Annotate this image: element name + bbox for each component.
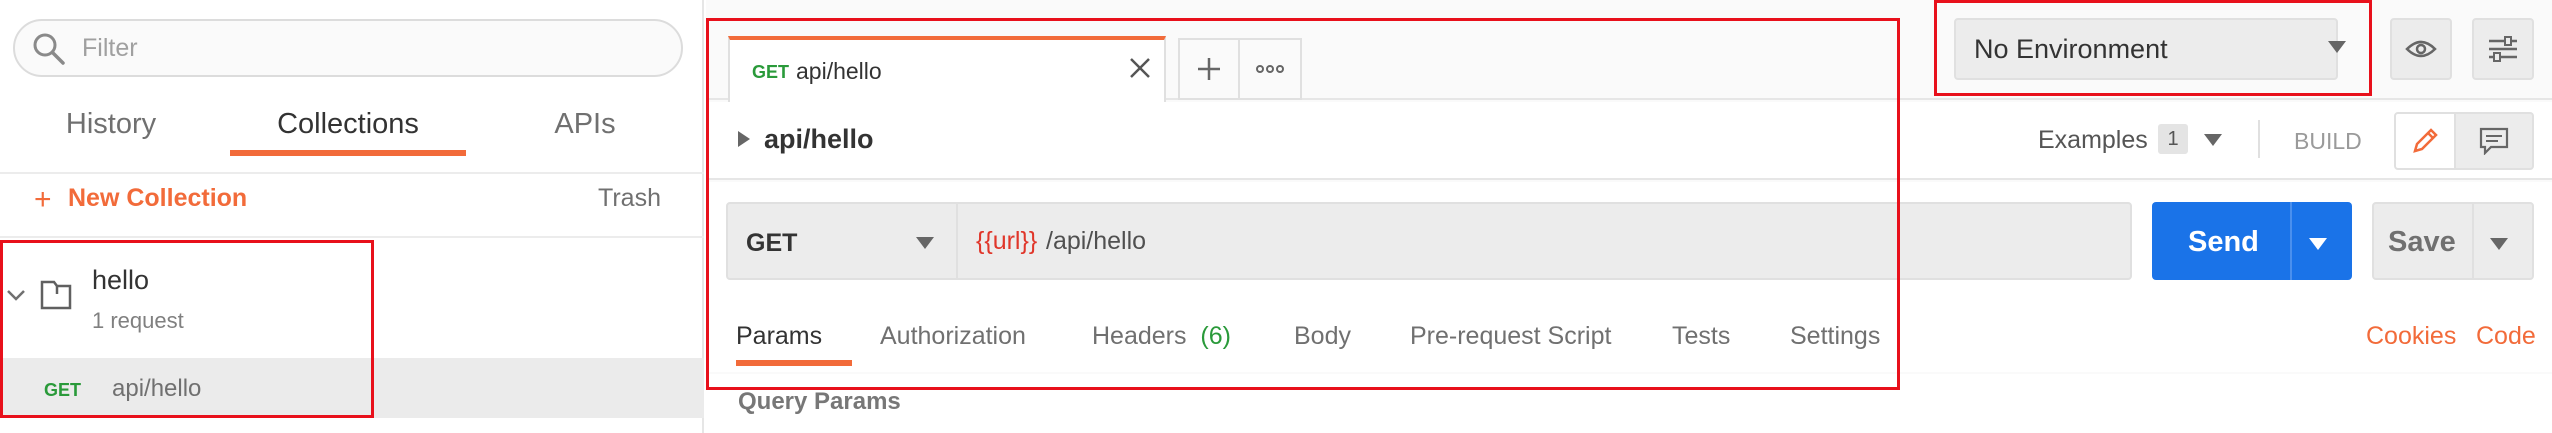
caret-right-icon[interactable] [738, 131, 750, 147]
divider [2290, 202, 2292, 280]
examples-button[interactable]: Examples [2038, 126, 2148, 155]
sliders-icon [2487, 35, 2519, 63]
request-title[interactable]: api/hello [764, 124, 874, 155]
tab-history[interactable]: History [36, 108, 186, 148]
tab-tests[interactable]: Tests [1672, 322, 1730, 351]
examples-count-badge: 1 [2158, 124, 2188, 154]
comment-icon [2479, 127, 2509, 155]
query-params-title: Query Params [738, 388, 901, 415]
plus-icon[interactable]: + [34, 183, 52, 217]
folder-icon [40, 280, 72, 310]
environment-quick-look-button[interactable] [2390, 18, 2452, 80]
url-path: /api/hello [1046, 227, 1147, 255]
trash-button[interactable]: Trash [598, 184, 661, 213]
active-tab-indicator [230, 150, 466, 156]
tab-collections[interactable]: Collections [230, 108, 466, 148]
ellipsis-icon [1255, 64, 1285, 74]
comments-button[interactable] [2456, 112, 2534, 170]
caret-down-icon [2328, 41, 2346, 53]
tab-params[interactable]: Params [736, 322, 822, 351]
plus-icon [1196, 56, 1222, 82]
code-link[interactable]: Code [2476, 322, 2536, 351]
tab-body[interactable]: Body [1294, 322, 1351, 351]
new-collection-button[interactable]: New Collection [68, 184, 247, 213]
cookies-link[interactable]: Cookies [2366, 322, 2456, 351]
tab-pre-request-script[interactable]: Pre-request Script [1410, 322, 1611, 351]
collection-request-count: 1 request [92, 308, 184, 333]
active-tab-indicator [736, 360, 852, 366]
method-badge: GET [752, 62, 790, 82]
new-tab-button[interactable] [1178, 38, 1240, 100]
more-tabs-button[interactable] [1240, 38, 1302, 100]
build-mode-label[interactable]: BUILD [2294, 128, 2362, 155]
caret-down-icon[interactable] [2204, 134, 2222, 146]
divider [2472, 204, 2474, 278]
environment-label: No Environment [1974, 34, 2168, 64]
pencil-icon [2411, 127, 2439, 155]
tab-headers-label: Headers [1092, 322, 1187, 350]
edit-button[interactable] [2394, 112, 2456, 170]
list-item[interactable] [0, 358, 704, 418]
method-label: GET [746, 229, 798, 257]
url-variable: {{url}} [976, 227, 1038, 255]
divider [0, 236, 704, 238]
search-icon [32, 32, 66, 66]
caret-down-icon [916, 237, 934, 249]
tab-apis[interactable]: APIs [540, 108, 630, 148]
filter-input[interactable] [82, 26, 642, 70]
chevron-down-icon[interactable] [6, 288, 26, 302]
send-button-label[interactable]: Send [2188, 226, 2259, 259]
request-header [706, 102, 2552, 180]
save-button-label[interactable]: Save [2388, 226, 2456, 259]
tab-settings[interactable]: Settings [1790, 322, 1880, 351]
request-name[interactable]: api/hello [112, 375, 201, 403]
eye-icon [2405, 38, 2437, 60]
params-section [706, 374, 2552, 433]
divider [2258, 120, 2260, 158]
tab-label[interactable]: api/hello [796, 58, 882, 85]
caret-down-icon[interactable] [2490, 238, 2508, 250]
method-badge: GET [44, 380, 82, 400]
caret-down-icon[interactable] [2309, 238, 2327, 250]
close-icon[interactable] [1128, 56, 1152, 80]
tab-headers[interactable]: Headers (6) [1092, 322, 1231, 351]
tab-request[interactable] [728, 36, 1166, 102]
manage-environments-button[interactable] [2472, 18, 2534, 80]
tab-authorization[interactable]: Authorization [880, 322, 1026, 351]
collection-name[interactable]: hello [92, 265, 149, 296]
divider [0, 172, 704, 174]
headers-count: (6) [1200, 322, 1231, 350]
